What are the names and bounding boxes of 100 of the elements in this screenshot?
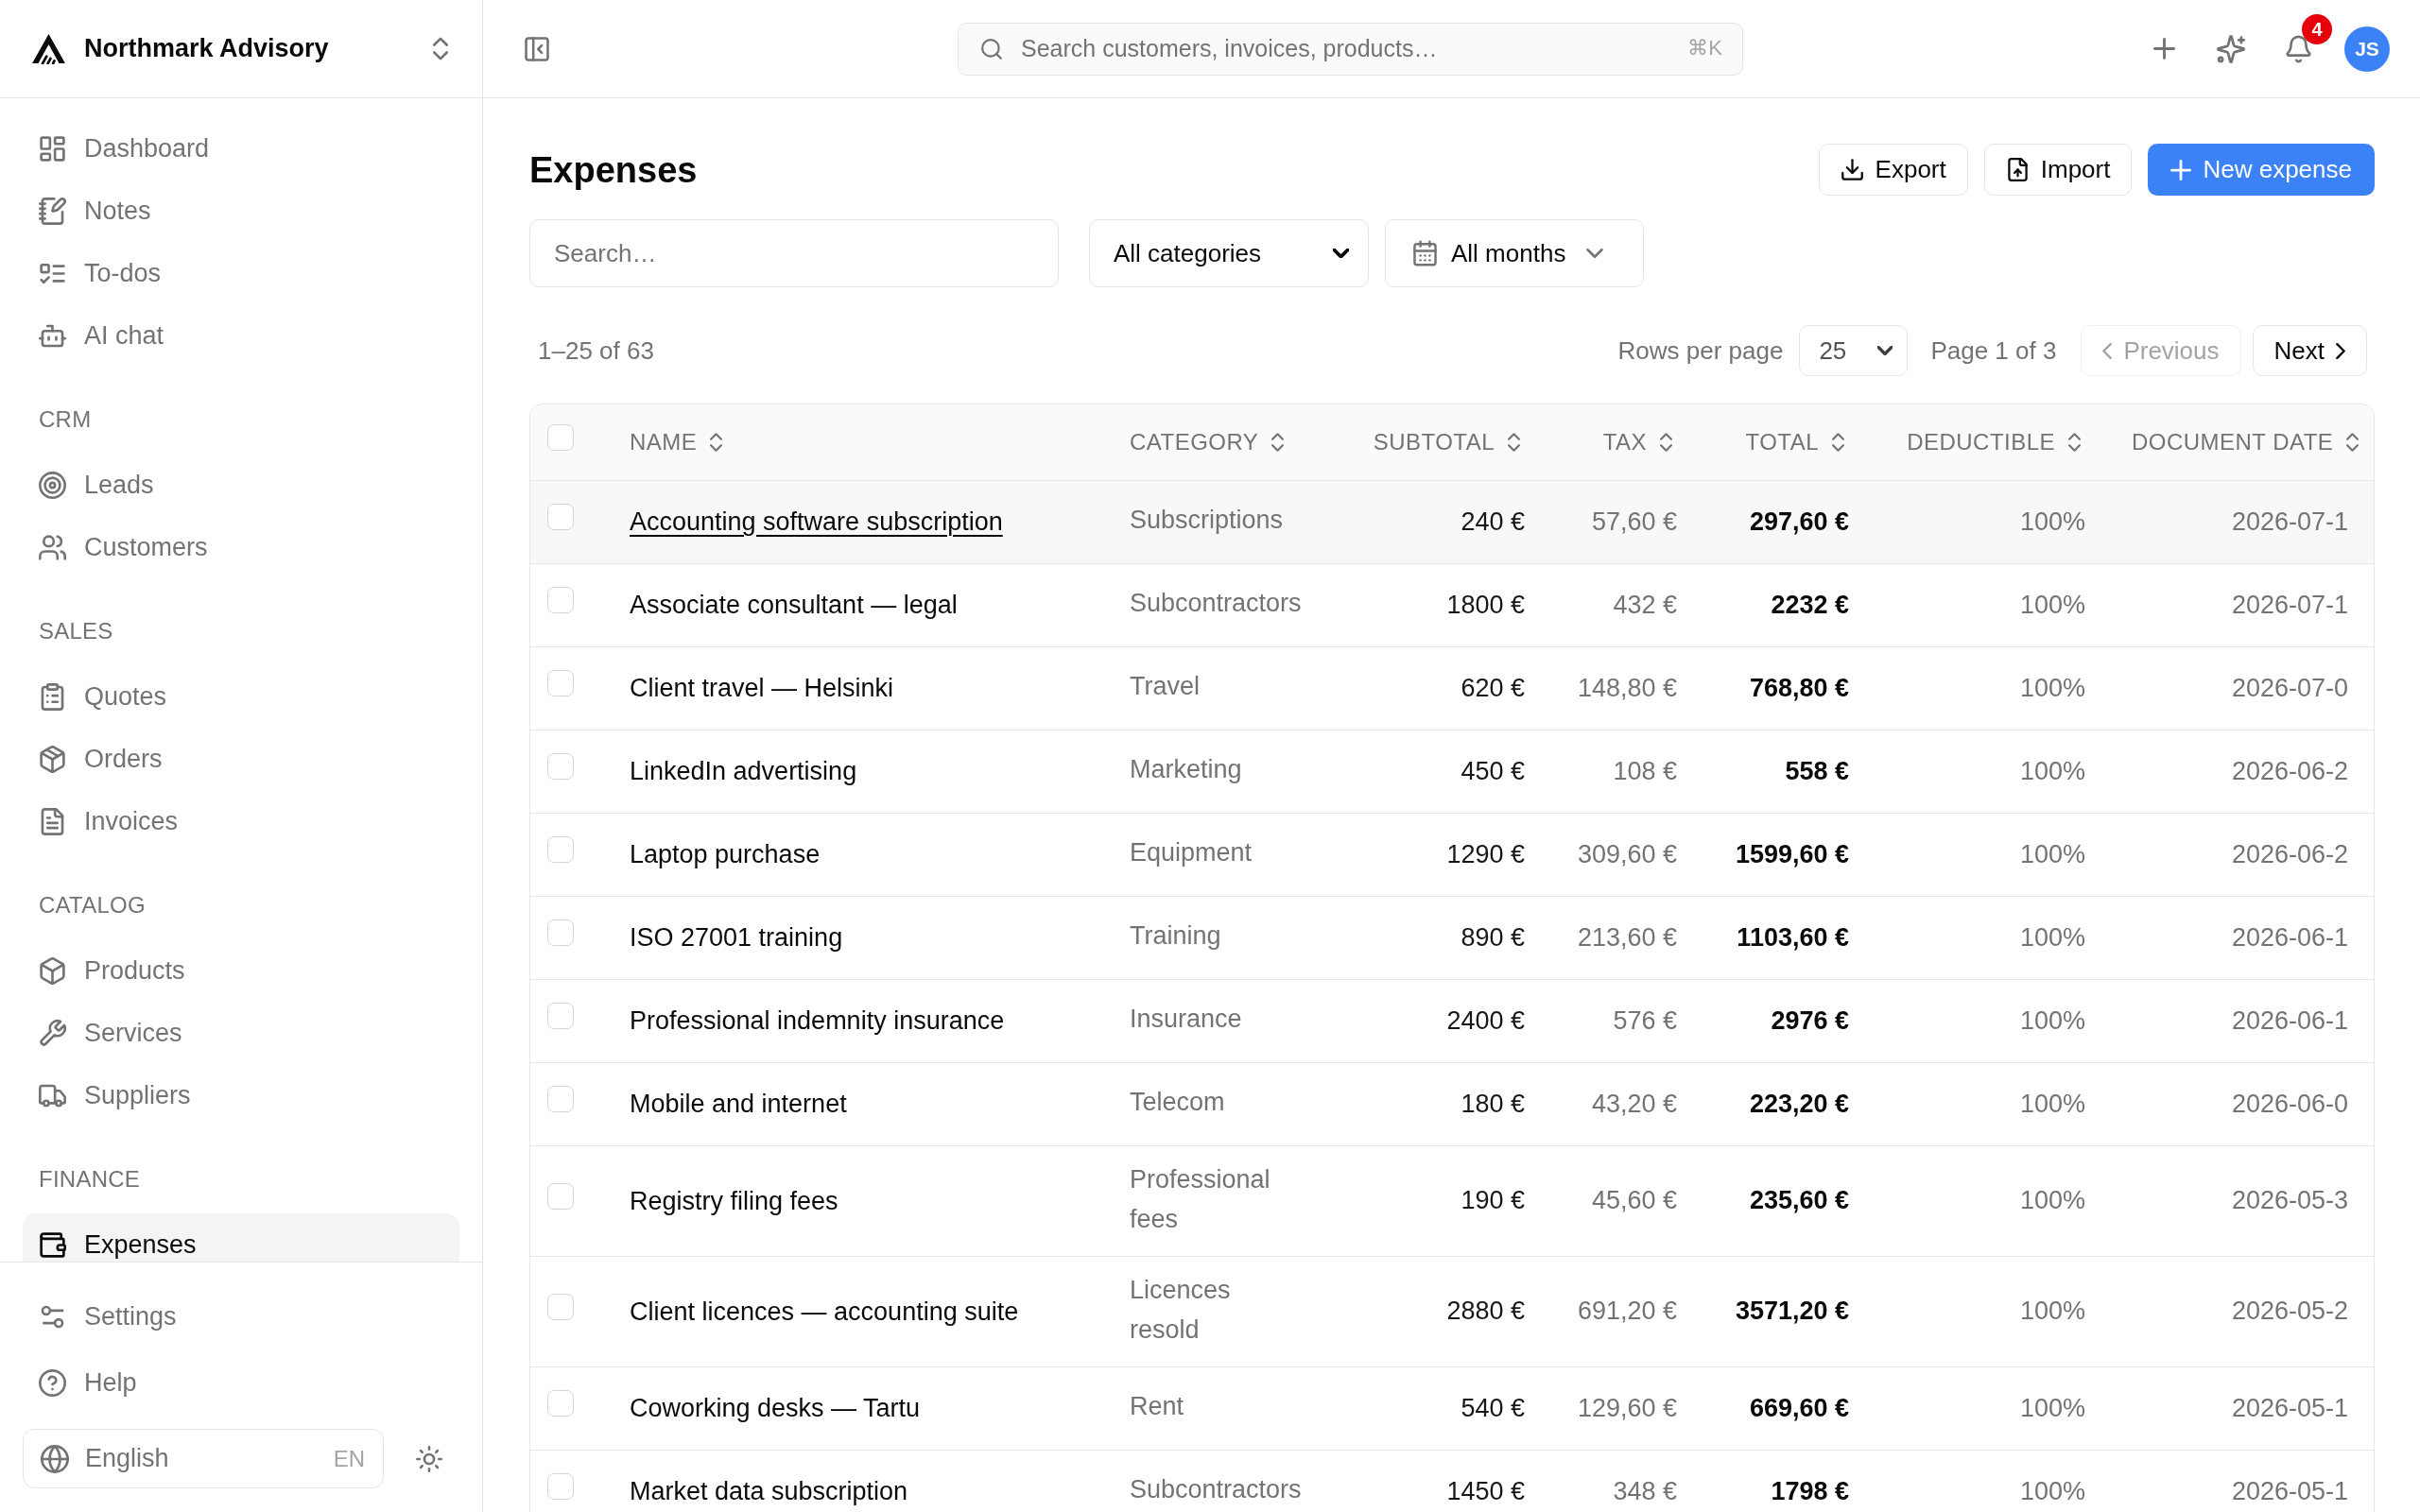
document-date: 2026-06-2	[2232, 839, 2349, 868]
expense-link[interactable]: Mobile and internet	[630, 1085, 847, 1123]
nav-item[interactable]: AI chat	[23, 304, 459, 367]
subtotal-amount: 1290 €	[1446, 839, 1525, 868]
nav-item[interactable]: Notes	[23, 180, 459, 242]
deductible-percent: 100%	[2019, 756, 2085, 785]
plus-icon	[2170, 159, 2192, 180]
wrench-icon	[39, 1019, 66, 1047]
nav-item[interactable]: Customers	[23, 516, 459, 578]
nav-item[interactable]: Orders	[23, 728, 459, 790]
row-checkbox[interactable]	[547, 1473, 574, 1500]
nav-item[interactable]: Suppliers	[23, 1064, 459, 1126]
next-page-button[interactable]: Next	[2252, 325, 2367, 376]
workspace-switcher[interactable]: Northmark Advisory	[31, 29, 448, 68]
action-button[interactable]: Import	[1983, 144, 2133, 196]
total-amount: 2232 €	[1771, 590, 1849, 619]
row-checkbox[interactable]	[547, 670, 574, 696]
expense-category: Rent	[1130, 1392, 1184, 1420]
deductible-percent: 100%	[2019, 1089, 2085, 1118]
target-icon	[39, 471, 66, 499]
row-checkbox[interactable]	[547, 1182, 574, 1210]
column-sort-button[interactable]: CATEGORY	[1130, 424, 1285, 459]
expense-link[interactable]: Client licences — accounting suite	[630, 1292, 1019, 1331]
document-date: 2026-05-1	[2232, 1476, 2349, 1505]
search-field[interactable]: Search…	[529, 219, 1059, 287]
row-checkbox[interactable]	[547, 1293, 574, 1320]
total-amount: 1798 €	[1771, 1476, 1849, 1505]
expense-category: Subcontractors	[1130, 1475, 1302, 1503]
column-sort-button[interactable]: NAME	[630, 424, 723, 459]
row-checkbox[interactable]	[547, 1003, 574, 1029]
subtotal-amount: 890 €	[1461, 922, 1525, 952]
expense-category: Training	[1130, 921, 1221, 950]
keyboard-shortcut: ⌘K	[1687, 34, 1722, 61]
sort-icon	[2068, 432, 2081, 452]
nav-item[interactable]: Expenses	[23, 1213, 459, 1262]
grid-icon	[39, 134, 66, 163]
deductible-percent: 100%	[2019, 507, 2085, 536]
row-checkbox[interactable]	[547, 1390, 574, 1417]
nav-item[interactable]: Leads	[23, 454, 459, 516]
expense-link[interactable]: LinkedIn advertising	[630, 752, 857, 790]
deductible-percent: 100%	[2019, 1393, 2085, 1422]
subtotal-amount: 1450 €	[1446, 1476, 1525, 1505]
column-sort-button[interactable]: DOCUMENT DATE	[2132, 424, 2360, 459]
expense-category: Marketing	[1130, 755, 1242, 783]
expense-link[interactable]: Laptop purchase	[630, 835, 821, 873]
document-date: 2026-06-1	[2232, 1005, 2349, 1035]
total-amount: 2976 €	[1771, 1005, 1849, 1035]
row-checkbox[interactable]	[547, 753, 574, 780]
expense-category: Equipment	[1130, 838, 1253, 867]
nav-item[interactable]: To-dos	[23, 242, 459, 304]
action-button[interactable]: New expense	[2148, 144, 2375, 196]
row-checkbox[interactable]	[547, 587, 574, 613]
expense-link[interactable]: Professional indemnity insurance	[630, 1002, 1005, 1040]
column-sort-button[interactable]: DEDUCTIBLE	[1907, 424, 2081, 459]
rows-per-page-select[interactable]: 25	[1799, 325, 1909, 376]
row-checkbox[interactable]	[547, 1086, 574, 1112]
tax-amount: 129,60 €	[1577, 1393, 1677, 1422]
page-indicator: Page 1 of 3	[1930, 335, 2057, 367]
result-range: 1–25 of 63	[537, 335, 654, 367]
plus-icon	[2152, 38, 2175, 60]
nav-item[interactable]: Dashboard	[23, 117, 459, 180]
page-title: Expenses	[529, 151, 698, 188]
row-checkbox[interactable]	[547, 423, 574, 451]
column-sort-button[interactable]: SUBTOTAL	[1373, 424, 1520, 459]
column-sort-button[interactable]: TOTAL	[1745, 424, 1844, 459]
user-avatar[interactable]: JS	[2344, 26, 2390, 72]
file-upload-icon	[2005, 158, 2030, 181]
deductible-percent: 100%	[2019, 922, 2085, 952]
action-button[interactable]: Export	[1818, 144, 1968, 196]
nav-item[interactable]: Invoices	[23, 790, 459, 852]
expense-link[interactable]: Coworking desks — Tartu	[630, 1389, 921, 1427]
chevron-down-icon	[1586, 249, 1604, 258]
globe-icon	[41, 1444, 69, 1473]
expense-link[interactable]: ISO 27001 training	[630, 919, 843, 956]
column-sort-button[interactable]: TAX	[1602, 424, 1672, 459]
chevron-left-icon	[2102, 342, 2113, 359]
month-filter-button[interactable]: All months	[1385, 219, 1644, 287]
deductible-percent: 100%	[2019, 590, 2085, 619]
row-checkbox[interactable]	[547, 504, 574, 530]
subtotal-amount: 2400 €	[1446, 1005, 1525, 1035]
document-date: 2026-06-1	[2232, 922, 2349, 952]
total-amount: 223,20 €	[1749, 1089, 1849, 1118]
row-checkbox[interactable]	[547, 836, 574, 863]
nav-item[interactable]: Products	[23, 939, 459, 1002]
expense-link[interactable]: Associate consultant — legal	[630, 586, 958, 624]
wallet-icon	[39, 1230, 66, 1259]
nav-item[interactable]: Quotes	[23, 665, 459, 728]
row-checkbox[interactable]	[547, 919, 574, 946]
tax-amount: 45,60 €	[1591, 1186, 1677, 1215]
expense-link[interactable]: Market data subscription	[630, 1472, 908, 1510]
expense-link[interactable]: Accounting software subscription	[630, 503, 1003, 541]
nav-item[interactable]: Help	[23, 1351, 459, 1414]
nav-item[interactable]: Settings	[23, 1285, 459, 1348]
expense-link[interactable]: Registry filing fees	[630, 1181, 838, 1220]
nav-item[interactable]: Services	[23, 1002, 459, 1064]
language-select[interactable]: English EN	[23, 1429, 384, 1488]
sidebar-toggle-button[interactable]	[523, 34, 551, 63]
expense-link[interactable]: Client travel — Helsinki	[630, 669, 894, 707]
document-date: 2026-07-0	[2232, 673, 2349, 702]
category-select[interactable]: All categories	[1089, 219, 1369, 287]
